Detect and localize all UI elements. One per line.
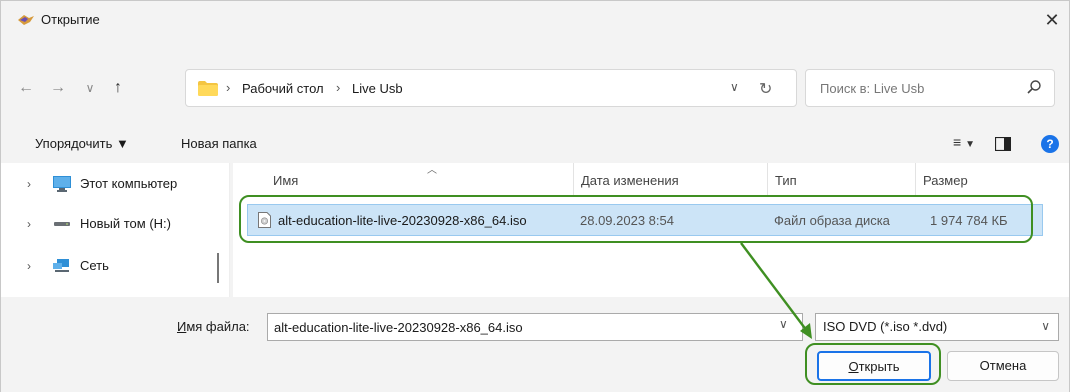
drive-icon <box>54 222 70 226</box>
breadcrumb-desktop[interactable]: Рабочий стол <box>242 81 324 96</box>
column-header-name[interactable]: Имя <box>273 173 298 188</box>
open-button[interactable]: Открыть <box>817 351 931 381</box>
sidebar-item-this-pc[interactable]: › Этот компьютер <box>1 171 230 197</box>
table-row[interactable]: alt-education-lite-live-20230928-x86_64.… <box>247 204 1043 236</box>
sidebar-item-label: Сеть <box>80 258 109 273</box>
back-button[interactable]: ← <box>15 77 37 99</box>
arrow-left-icon: ← <box>18 79 34 96</box>
breadcrumb-live-usb[interactable]: Live Usb <box>352 81 403 96</box>
chevron-right-icon: › <box>27 217 31 231</box>
file-name: alt-education-lite-live-20230928-x86_64.… <box>278 213 527 228</box>
navigation-pane: › Этот компьютер › Новый том (H:) › Сеть <box>1 163 230 297</box>
filename-dropdown-button[interactable]: ∨ <box>779 317 788 331</box>
filetype-select[interactable]: ISO DVD (*.iso *.dvd) ∨ <box>815 313 1059 341</box>
address-bar[interactable]: › Рабочий стол › Live Usb ∨ <box>185 69 797 107</box>
pane-resize-handle[interactable] <box>217 253 219 283</box>
search-placeholder: Поиск в: Live Usb <box>820 81 925 96</box>
file-list: ︿ Имя Дата изменения Тип Размер alt-educ… <box>233 163 1069 297</box>
column-header-date[interactable]: Дата изменения <box>581 173 679 188</box>
chevron-down-icon: ∨ <box>85 81 95 95</box>
column-divider[interactable] <box>915 163 916 195</box>
breadcrumb-separator: › <box>226 80 231 95</box>
up-button[interactable]: ↑ <box>107 77 129 99</box>
sidebar-item-label: Новый том (H:) <box>80 216 171 231</box>
search-icon <box>1027 80 1041 94</box>
app-icon <box>18 15 34 25</box>
close-icon: ✕ <box>1044 9 1060 30</box>
refresh-button[interactable]: ↻ <box>759 79 772 99</box>
title-bar: Открытие ✕ <box>1 1 1069 39</box>
view-options-button[interactable]: ≡ ▼ <box>953 134 975 150</box>
chevron-down-icon: ∨ <box>779 317 788 331</box>
window-title: Открытие <box>41 12 100 27</box>
chevron-right-icon: › <box>27 177 31 191</box>
cancel-button[interactable]: Отмена <box>947 351 1059 381</box>
chevron-down-icon: ▼ <box>965 139 975 150</box>
file-date: 28.09.2023 8:54 <box>580 213 674 228</box>
close-button[interactable]: ✕ <box>1037 5 1067 35</box>
address-dropdown-button[interactable]: ∨ <box>730 80 739 94</box>
sidebar-item-label: Этот компьютер <box>80 176 178 191</box>
chevron-right-icon: › <box>27 259 31 273</box>
refresh-icon: ↻ <box>759 81 773 98</box>
column-divider[interactable] <box>573 163 574 195</box>
network-icon <box>53 259 69 272</box>
help-icon[interactable]: ? <box>1041 135 1059 153</box>
file-size: 1 974 784 КБ <box>930 213 1008 228</box>
search-input[interactable]: Поиск в: Live Usb <box>805 69 1055 107</box>
list-view-icon: ≡ <box>953 134 962 150</box>
filetype-value: ISO DVD (*.iso *.dvd) <box>823 319 948 334</box>
folder-icon <box>198 81 218 96</box>
sidebar-item-new-volume[interactable]: › Новый том (H:) <box>1 211 230 237</box>
column-divider[interactable] <box>767 163 768 195</box>
sidebar-item-network[interactable]: › Сеть <box>1 253 230 279</box>
filename-label: Имя файла: <box>177 319 250 334</box>
disc-image-file-icon <box>258 212 271 228</box>
arrow-right-icon: → <box>50 79 66 96</box>
forward-button[interactable]: → <box>47 77 69 99</box>
column-header-type[interactable]: Тип <box>775 173 797 188</box>
breadcrumb-separator: › <box>336 80 341 95</box>
open-file-dialog: Открытие ✕ ← → ∨ ↑ › Рабочий стол › Live… <box>0 0 1070 392</box>
chevron-down-icon: ∨ <box>730 80 739 94</box>
file-type: Файл образа диска <box>774 213 890 228</box>
computer-icon <box>53 176 71 192</box>
organize-button[interactable]: Упорядочить ▼ <box>35 136 129 151</box>
new-folder-button[interactable]: Новая папка <box>181 136 257 151</box>
command-bar: Упорядочить ▼ Новая папка ≡ ▼ ? <box>1 127 1069 161</box>
column-header-size[interactable]: Размер <box>923 173 968 188</box>
preview-pane-button[interactable] <box>995 137 1011 151</box>
dialog-footer: Имя файла: ∨ ISO DVD (*.iso *.dvd) ∨ Отк… <box>1 299 1069 392</box>
chevron-down-icon: ∨ <box>1041 319 1050 333</box>
filename-input[interactable] <box>267 313 803 341</box>
arrow-up-icon: ↑ <box>114 79 122 96</box>
sort-ascending-icon: ︿ <box>427 165 437 176</box>
recent-locations-button[interactable]: ∨ <box>79 77 101 99</box>
